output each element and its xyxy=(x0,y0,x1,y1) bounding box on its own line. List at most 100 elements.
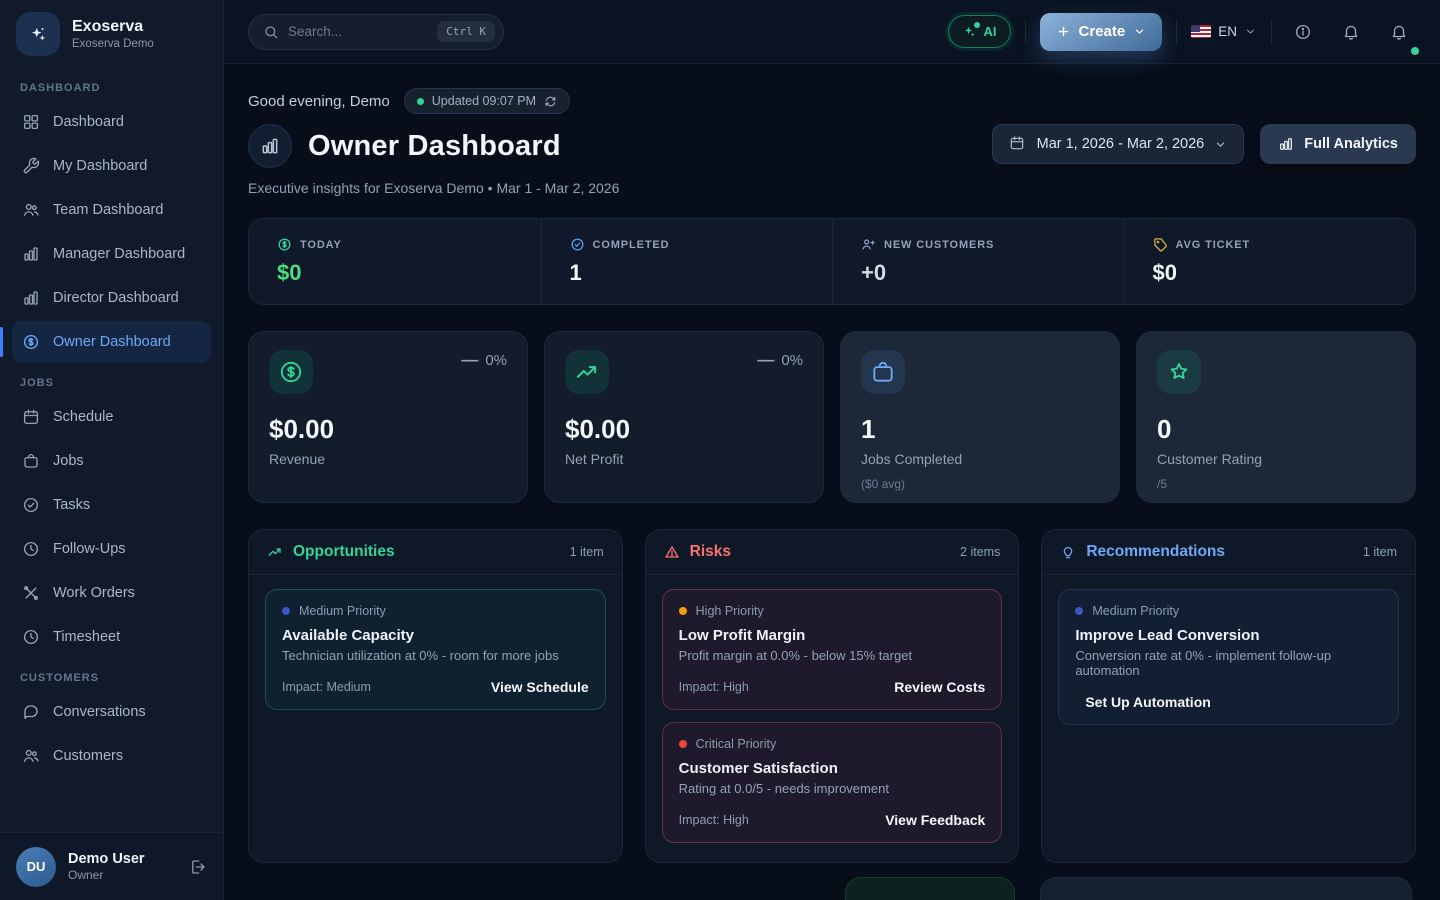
brand-logo xyxy=(16,12,60,56)
calendar-icon xyxy=(1009,135,1027,153)
sidebar-item-customers[interactable]: Customers xyxy=(12,735,211,777)
kpi-delta: —0% xyxy=(461,350,507,370)
priority-label: Medium Priority xyxy=(299,604,386,618)
sidebar-item-jobs[interactable]: Jobs xyxy=(12,440,211,482)
ai-button[interactable]: AI xyxy=(948,15,1011,48)
insight-card-low-profit-margin[interactable]: High Priority Low Profit Margin Profit m… xyxy=(662,589,1003,710)
users-icon xyxy=(22,747,40,765)
sidebar-item-my-dashboard[interactable]: My Dashboard xyxy=(12,145,211,187)
panel-title: Recommendations xyxy=(1086,543,1225,561)
insight-panels: Opportunities 1 item Medium Priority Ava… xyxy=(248,529,1416,863)
view-feedback-link[interactable]: View Feedback xyxy=(885,812,985,828)
date-range-picker[interactable]: Mar 1, 2026 - Mar 2, 2026 xyxy=(992,124,1245,164)
date-range-label: Mar 1, 2026 - Mar 2, 2026 xyxy=(1037,136,1205,152)
sidebar-item-team-dashboard[interactable]: Team Dashboard xyxy=(12,189,211,231)
bell-icon-button[interactable] xyxy=(1334,15,1368,49)
quick-stats-bar: TODAY $0 COMPLETED 1 NEW CUSTOMERS xyxy=(248,218,1416,305)
sparkles-icon xyxy=(962,24,977,39)
sidebar-item-label: Follow-Ups xyxy=(53,541,126,557)
search-bar[interactable]: Ctrl K xyxy=(248,14,504,50)
search-input[interactable] xyxy=(288,24,428,39)
content-column: Ctrl K AI Create EN xyxy=(224,0,1440,900)
check-circle-icon xyxy=(570,237,585,252)
ai-button-label: AI xyxy=(984,24,997,39)
full-analytics-button[interactable]: Full Analytics xyxy=(1260,124,1416,164)
notifications-button[interactable] xyxy=(1382,15,1416,49)
refresh-icon[interactable] xyxy=(544,95,557,108)
insight-card-improve-lead-conversion[interactable]: Medium Priority Improve Lead Conversion … xyxy=(1058,589,1399,725)
sidebar: Exoserva Exoserva Demo DASHBOARD Dashboa… xyxy=(0,0,224,900)
panel-recommendations: Recommendations 1 item Medium Priority I… xyxy=(1041,529,1416,863)
sidebar-item-schedule[interactable]: Schedule xyxy=(12,396,211,438)
kpi-value: 0 xyxy=(1157,414,1395,445)
minus-icon: — xyxy=(461,350,478,370)
panel-count: 1 item xyxy=(1363,545,1397,559)
review-costs-link[interactable]: Review Costs xyxy=(894,679,985,695)
divider xyxy=(1176,20,1177,44)
alert-triangle-icon xyxy=(664,544,680,560)
brand[interactable]: Exoserva Exoserva Demo xyxy=(0,0,223,68)
sidebar-item-manager-dashboard[interactable]: Manager Dashboard xyxy=(12,233,211,275)
sidebar-nav: DASHBOARD Dashboard My Dashboard Team Da… xyxy=(0,68,223,832)
set-up-automation-link[interactable]: Set Up Automation xyxy=(1075,694,1382,710)
title-row: Owner Dashboard Mar 1, 2026 - Mar 2, 202… xyxy=(248,124,1416,168)
user-role: Owner xyxy=(68,868,145,882)
create-button[interactable]: Create xyxy=(1040,13,1163,51)
insight-card-available-capacity[interactable]: Medium Priority Available Capacity Techn… xyxy=(265,589,606,710)
view-schedule-link[interactable]: View Schedule xyxy=(491,679,589,695)
logout-icon[interactable] xyxy=(189,858,207,876)
impact-label: Impact: Medium xyxy=(282,680,371,694)
insight-card-customer-satisfaction[interactable]: Critical Priority Customer Satisfaction … xyxy=(662,722,1003,843)
stat-value: +0 xyxy=(861,260,1096,286)
priority-label: Medium Priority xyxy=(1092,604,1179,618)
sidebar-item-tasks[interactable]: Tasks xyxy=(12,484,211,526)
updated-badge[interactable]: Updated 09:07 PM xyxy=(404,88,570,114)
grid-icon xyxy=(22,113,40,131)
sidebar-user[interactable]: DU Demo User Owner xyxy=(0,832,223,900)
stat-label: COMPLETED xyxy=(593,239,670,251)
sidebar-item-follow-ups[interactable]: Follow-Ups xyxy=(12,528,211,570)
kpi-cards: —0% $0.00 Revenue —0% $0.00 Net Profit xyxy=(248,331,1416,503)
language-label: EN xyxy=(1218,24,1237,39)
priority-label: High Priority xyxy=(696,604,764,618)
sidebar-item-dashboard[interactable]: Dashboard xyxy=(12,101,211,143)
panel-risks: Risks 2 items High Priority Low Profit M… xyxy=(645,529,1020,863)
kpi-card-jobs-completed[interactable]: 1 Jobs Completed ($0 avg) xyxy=(840,331,1120,503)
users-icon xyxy=(22,201,40,219)
clipped-card xyxy=(1040,877,1412,900)
sidebar-item-timesheet[interactable]: Timesheet xyxy=(12,616,211,658)
greeting-row: Good evening, Demo Updated 09:07 PM xyxy=(248,88,1416,114)
sidebar-item-label: Timesheet xyxy=(53,629,120,645)
kpi-card-net-profit[interactable]: —0% $0.00 Net Profit xyxy=(544,331,824,503)
stat-value: $0 xyxy=(1153,260,1388,286)
sidebar-item-label: Customers xyxy=(53,748,123,764)
info-button[interactable] xyxy=(1286,15,1320,49)
stat-avg-ticket: AVG TICKET $0 xyxy=(1124,219,1416,304)
app-root: Exoserva Exoserva Demo DASHBOARD Dashboa… xyxy=(0,0,1440,900)
insight-title: Improve Lead Conversion xyxy=(1075,627,1382,644)
kpi-value: $0.00 xyxy=(269,414,507,445)
divider xyxy=(1271,20,1272,44)
sidebar-item-director-dashboard[interactable]: Director Dashboard xyxy=(12,277,211,319)
tag-icon xyxy=(1153,237,1168,252)
nav-section-customers: CUSTOMERS xyxy=(20,672,203,684)
insight-description: Rating at 0.0/5 - needs improvement xyxy=(679,781,986,796)
kpi-card-customer-rating[interactable]: 0 Customer Rating /5 xyxy=(1136,331,1416,503)
search-shortcut-badge: Ctrl K xyxy=(437,21,495,42)
sidebar-item-conversations[interactable]: Conversations xyxy=(12,691,211,733)
kpi-label: Jobs Completed xyxy=(861,451,1099,467)
kpi-card-revenue[interactable]: —0% $0.00 Revenue xyxy=(248,331,528,503)
stat-new-customers: NEW CUSTOMERS +0 xyxy=(832,219,1124,304)
sparkles-icon xyxy=(28,24,48,44)
sidebar-item-label: Dashboard xyxy=(53,114,124,130)
stat-value: 1 xyxy=(570,260,805,286)
sidebar-item-label: Director Dashboard xyxy=(53,290,179,306)
sidebar-item-work-orders[interactable]: Work Orders xyxy=(12,572,211,614)
dollar-circle-icon xyxy=(22,333,40,351)
sidebar-item-owner-dashboard[interactable]: Owner Dashboard xyxy=(12,321,211,363)
language-selector[interactable]: EN xyxy=(1191,24,1257,39)
insight-description: Profit margin at 0.0% - below 15% target xyxy=(679,648,986,663)
insight-title: Available Capacity xyxy=(282,627,589,644)
kpi-value: $0.00 xyxy=(565,414,803,445)
topbar: Ctrl K AI Create EN xyxy=(224,0,1440,64)
